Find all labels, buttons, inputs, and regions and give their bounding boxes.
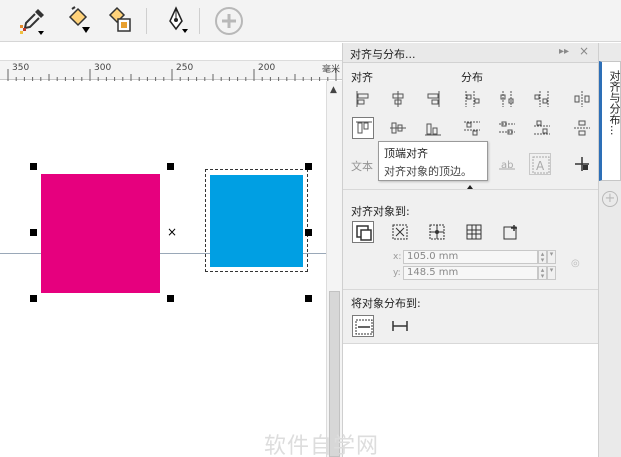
- toolbar-separator: [146, 8, 147, 34]
- text-firstline-baseline-icon[interactable]: ab: [496, 153, 518, 175]
- text-section-label: 文本: [351, 160, 373, 173]
- outline-align-icon[interactable]: [571, 153, 593, 175]
- collapse-caret-icon[interactable]: [467, 185, 473, 189]
- panel-divider: [343, 189, 599, 190]
- x-coord-field[interactable]: 105.0 mm: [403, 250, 538, 264]
- toolbar-separator: [199, 8, 200, 34]
- eyedropper-tool-icon[interactable]: [16, 5, 48, 37]
- docker-tab-strip: 对齐与分布... +: [598, 43, 621, 457]
- distribute-center-h-icon[interactable]: [496, 88, 518, 110]
- align-distribute-docker: 对齐与分布... ▸▸ × 对齐 分布 文本 ab A 对齐对象到: x: 10…: [342, 43, 599, 457]
- ruler-unit: 毫米: [321, 65, 340, 75]
- x-coord-value: 105.0 mm: [407, 251, 459, 262]
- selection-handle-tm[interactable]: [167, 163, 174, 170]
- add-docker-icon[interactable]: +: [602, 191, 618, 207]
- align-to-label: 对齐对象到:: [351, 205, 410, 218]
- paintbucket-tool-icon[interactable]: [62, 5, 94, 37]
- align-center-h-icon[interactable]: [387, 88, 409, 110]
- distribute-to-selection-icon[interactable]: [352, 315, 374, 337]
- pink-rectangle[interactable]: [41, 174, 160, 293]
- app-window: 350 300 250 200 毫米 ▲ × 对齐与分布... ▸▸ × 对齐 …: [0, 0, 621, 457]
- y-coord-label: y:: [393, 268, 401, 278]
- selection-center-icon[interactable]: ×: [167, 225, 177, 239]
- ruler-tick-label: 350: [12, 63, 30, 73]
- text-bounding-box-icon[interactable]: A: [529, 153, 551, 175]
- docker-collapse-icon[interactable]: ▸▸: [559, 46, 569, 57]
- align-section-label: 对齐: [351, 71, 373, 84]
- align-right-icon[interactable]: [422, 88, 444, 110]
- distribute-top-icon[interactable]: [461, 117, 483, 139]
- tooltip-description: 对齐对象的顶边。: [384, 165, 472, 178]
- selection-handle-mr[interactable]: [305, 229, 312, 236]
- selection-handle-br[interactable]: [305, 295, 312, 302]
- panel-empty-area: [343, 343, 599, 457]
- distribute-to-label: 将对象分布到:: [351, 297, 421, 310]
- align-to-grid-icon[interactable]: [463, 221, 485, 243]
- selection-handle-bl[interactable]: [30, 295, 37, 302]
- align-to-page-edge-icon[interactable]: [389, 221, 411, 243]
- vertical-scrollbar[interactable]: ▲: [326, 81, 342, 457]
- align-top-icon[interactable]: [352, 117, 374, 139]
- align-to-specified-point-icon[interactable]: [500, 221, 522, 243]
- tooltip-title: 顶端对齐: [384, 147, 428, 160]
- selection-handle-tl[interactable]: [30, 163, 37, 170]
- top-toolbar: [0, 0, 621, 42]
- distribute-spacing-v-icon[interactable]: [571, 117, 593, 139]
- distribute-left-icon[interactable]: [461, 88, 483, 110]
- x-coord-label: x:: [393, 252, 402, 262]
- distribute-center-v-icon[interactable]: [496, 117, 518, 139]
- y-coord-value: 148.5 mm: [407, 267, 459, 278]
- distribute-bottom-icon[interactable]: [531, 117, 553, 139]
- scroll-up-icon[interactable]: ▲: [330, 85, 337, 95]
- align-bottom-icon[interactable]: [422, 117, 444, 139]
- docker-title: 对齐与分布...: [350, 48, 416, 61]
- horizontal-ruler: 350 300 250 200 毫米: [0, 60, 342, 81]
- x-coord-spinner[interactable]: ▴ ▾: [538, 250, 547, 264]
- pen-tool-icon[interactable]: [160, 5, 192, 37]
- distribute-to-page-icon[interactable]: [389, 315, 411, 337]
- align-left-icon[interactable]: [352, 88, 374, 110]
- selection-handle-ml[interactable]: [30, 229, 37, 236]
- ruler-tick-label: 200: [258, 63, 276, 73]
- x-coord-unit-dropdown[interactable]: ▾: [547, 250, 556, 264]
- distribute-right-icon[interactable]: [531, 88, 553, 110]
- align-center-v-icon[interactable]: [387, 117, 409, 139]
- watermark: 软件自学网: [264, 434, 380, 457]
- ruler-tick-label: 300: [94, 63, 112, 73]
- align-to-page-center-icon[interactable]: [426, 221, 448, 243]
- y-coord-field[interactable]: 148.5 mm: [403, 266, 538, 280]
- svg-text:A: A: [536, 159, 545, 173]
- docker-close-icon[interactable]: ×: [579, 44, 589, 58]
- distribute-spacing-h-icon[interactable]: [571, 88, 593, 110]
- y-coord-spinner[interactable]: ▴ ▾: [538, 266, 547, 280]
- add-tool-icon[interactable]: [213, 5, 245, 37]
- ruler-ticks: [7, 69, 337, 81]
- tooltip: 顶端对齐 对齐对象的顶边。: [378, 141, 488, 181]
- selection-handle-tr[interactable]: [305, 163, 312, 170]
- lock-ratio-icon[interactable]: ◎: [571, 258, 580, 269]
- interactive-fill-icon[interactable]: [104, 5, 136, 37]
- y-coord-unit-dropdown[interactable]: ▾: [547, 266, 556, 280]
- ruler-tick-label: 250: [176, 63, 194, 73]
- tab-label: 对齐与分布...: [608, 70, 621, 136]
- panel-divider: [343, 289, 599, 290]
- docker-header: 对齐与分布... ▸▸ ×: [343, 43, 599, 63]
- distribute-section-label: 分布: [461, 71, 483, 84]
- blue-rectangle[interactable]: [210, 175, 303, 267]
- tab-align-distribute[interactable]: 对齐与分布...: [599, 61, 621, 181]
- selection-handle-bm[interactable]: [167, 295, 174, 302]
- align-to-active-objects-icon[interactable]: [352, 221, 374, 243]
